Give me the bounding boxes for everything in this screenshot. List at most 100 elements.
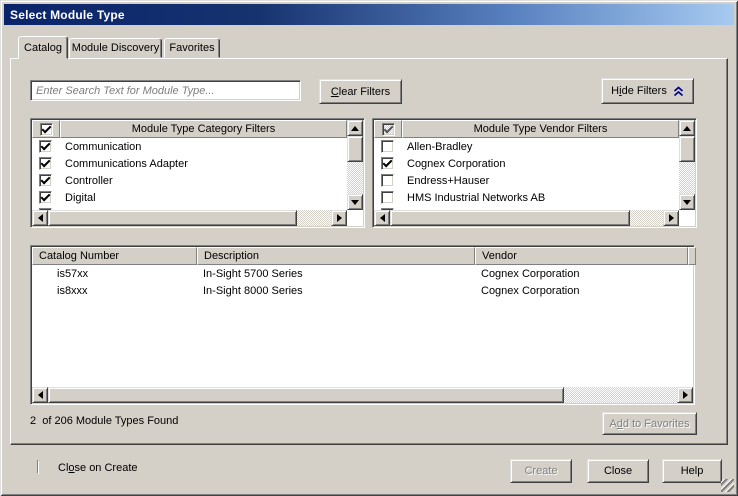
vendor-filter-label: HMS Industrial Networks AB bbox=[407, 192, 545, 204]
add-to-favorites-button[interactable]: Add to Favorites bbox=[602, 412, 697, 435]
table-row[interactable]: is8xxx In-Sight 8000 Series Cognex Corpo… bbox=[32, 282, 693, 299]
horizontal-scrollbar[interactable] bbox=[32, 387, 693, 403]
category-filter-row[interactable]: Digital bbox=[32, 189, 347, 206]
column-header-label: Catalog Number bbox=[39, 250, 119, 262]
help-button[interactable]: Help bbox=[662, 459, 722, 483]
column-header-catalog-number[interactable]: Catalog Number bbox=[32, 247, 197, 265]
category-filters-header-label: Module Type Category Filters bbox=[132, 123, 275, 135]
scrollbar-thumb[interactable] bbox=[679, 136, 695, 162]
column-header-description[interactable]: Description bbox=[197, 247, 475, 265]
clear-filters-button[interactable]: Clear Filters bbox=[319, 79, 402, 104]
cell-catalog-number: is8xxx bbox=[32, 285, 197, 297]
tab-module-discovery[interactable]: Module Discovery bbox=[69, 38, 162, 58]
vendor-filter-label: Allen-Bradley bbox=[407, 141, 472, 153]
scrollbar-track[interactable] bbox=[347, 136, 363, 194]
scroll-left-button[interactable] bbox=[374, 210, 390, 226]
triangle-down-icon bbox=[351, 200, 359, 205]
category-filter-row[interactable]: Controller bbox=[32, 172, 347, 189]
checkbox-icon[interactable] bbox=[381, 191, 394, 204]
vendor-filters-list: Module Type Vendor Filters Allen-Bradley… bbox=[372, 118, 697, 228]
vendor-filter-row[interactable]: Cognex Corporation bbox=[374, 155, 679, 172]
vendor-select-all-checkbox[interactable] bbox=[374, 120, 402, 138]
add-to-favorites-label: Add to Favorites bbox=[609, 418, 689, 430]
close-button[interactable]: Close bbox=[587, 459, 649, 483]
tab-catalog[interactable]: Catalog bbox=[18, 36, 68, 59]
triangle-down-icon bbox=[683, 200, 691, 205]
tab-favorites-label: Favorites bbox=[169, 42, 214, 54]
scrollbar-track[interactable] bbox=[48, 387, 677, 403]
results-table-body: is57xx In-Sight 5700 Series Cognex Corpo… bbox=[32, 265, 693, 387]
checkbox-icon[interactable] bbox=[381, 157, 394, 170]
vendor-filters-rows: Allen-Bradley Cognex Corporation Endress… bbox=[374, 138, 679, 210]
category-filter-row[interactable]: Communications Adapter bbox=[32, 155, 347, 172]
horizontal-scrollbar[interactable] bbox=[374, 210, 679, 226]
checkbox-icon bbox=[40, 123, 53, 136]
resize-grip[interactable] bbox=[721, 479, 734, 492]
tab-catalog-label: Catalog bbox=[24, 42, 62, 54]
vendor-filter-row[interactable]: HMS Industrial Networks AB bbox=[374, 189, 679, 206]
scrollbar-thumb[interactable] bbox=[48, 387, 564, 403]
close-label: Close bbox=[604, 465, 632, 477]
scroll-up-button[interactable] bbox=[347, 120, 363, 136]
help-label: Help bbox=[681, 465, 704, 477]
category-filters-rows: Communication Communications Adapter Con… bbox=[32, 138, 347, 210]
window-title: Select Module Type bbox=[10, 8, 125, 22]
scrollbar-track[interactable] bbox=[48, 210, 331, 226]
horizontal-scrollbar[interactable] bbox=[32, 210, 347, 226]
scrollbar-thumb[interactable] bbox=[347, 136, 363, 162]
results-table: Catalog Number Description Vendor is57xx… bbox=[30, 245, 695, 405]
triangle-right-icon bbox=[683, 391, 688, 399]
checkbox-icon[interactable] bbox=[381, 174, 394, 187]
scroll-down-button[interactable] bbox=[679, 194, 695, 210]
checkbox-icon[interactable] bbox=[39, 157, 52, 170]
checkbox-icon[interactable] bbox=[381, 140, 394, 153]
category-filter-label: Controller bbox=[65, 175, 113, 187]
scroll-left-button[interactable] bbox=[32, 210, 48, 226]
scroll-up-button[interactable] bbox=[679, 120, 695, 136]
create-button[interactable]: Create bbox=[510, 459, 572, 483]
checkbox-icon[interactable] bbox=[39, 140, 52, 153]
vertical-scrollbar[interactable] bbox=[679, 120, 695, 210]
checkbox-icon[interactable] bbox=[39, 191, 52, 204]
scroll-left-button[interactable] bbox=[32, 387, 48, 403]
scrollbar-thumb[interactable] bbox=[390, 210, 630, 226]
vertical-scrollbar[interactable] bbox=[347, 120, 363, 210]
category-select-all-checkbox[interactable] bbox=[32, 120, 60, 138]
table-row[interactable]: is57xx In-Sight 5700 Series Cognex Corpo… bbox=[32, 265, 693, 282]
scrollbar-thumb[interactable] bbox=[48, 210, 297, 226]
triangle-left-icon bbox=[38, 391, 43, 399]
scrollbar-track[interactable] bbox=[390, 210, 663, 226]
vendor-filter-label: Endress+Hauser bbox=[407, 175, 489, 187]
create-label: Create bbox=[524, 465, 557, 477]
results-count-status: 2 of 206 Module Types Found bbox=[30, 415, 178, 427]
cell-vendor: Cognex Corporation bbox=[475, 268, 688, 280]
category-filters-header[interactable]: Module Type Category Filters bbox=[60, 120, 347, 138]
close-on-create-label[interactable]: Close on Create bbox=[58, 462, 138, 474]
hide-filters-button[interactable]: Hide Filters bbox=[601, 78, 694, 104]
column-header-vendor[interactable]: Vendor bbox=[475, 247, 688, 265]
vendor-filter-row[interactable]: Endress+Hauser bbox=[374, 172, 679, 189]
category-filter-label: Communication bbox=[65, 141, 141, 153]
category-filter-label: Communications Adapter bbox=[65, 158, 188, 170]
scroll-right-button[interactable] bbox=[331, 210, 347, 226]
vendor-filters-header-label: Module Type Vendor Filters bbox=[474, 123, 608, 135]
tab-favorites[interactable]: Favorites bbox=[164, 38, 220, 58]
checkbox-icon bbox=[382, 123, 395, 136]
cell-vendor: Cognex Corporation bbox=[475, 285, 688, 297]
scroll-right-button[interactable] bbox=[663, 210, 679, 226]
vendor-filters-header[interactable]: Module Type Vendor Filters bbox=[402, 120, 679, 138]
select-module-type-dialog: Select Module Type Catalog Module Discov… bbox=[0, 0, 738, 496]
close-on-create-checkbox[interactable] bbox=[37, 460, 39, 474]
scrollbar-track[interactable] bbox=[679, 136, 695, 194]
titlebar[interactable]: Select Module Type bbox=[4, 4, 734, 25]
scroll-right-button[interactable] bbox=[677, 387, 693, 403]
tab-module-discovery-label: Module Discovery bbox=[72, 42, 159, 54]
triangle-up-icon bbox=[683, 126, 691, 131]
scroll-down-button[interactable] bbox=[347, 194, 363, 210]
triangle-right-icon bbox=[337, 214, 342, 222]
vendor-filter-row[interactable]: Allen-Bradley bbox=[374, 138, 679, 155]
checkbox-icon[interactable] bbox=[39, 174, 52, 187]
category-filter-row[interactable]: Communication bbox=[32, 138, 347, 155]
search-input[interactable] bbox=[30, 80, 301, 101]
collapse-chevrons-icon bbox=[673, 86, 684, 97]
